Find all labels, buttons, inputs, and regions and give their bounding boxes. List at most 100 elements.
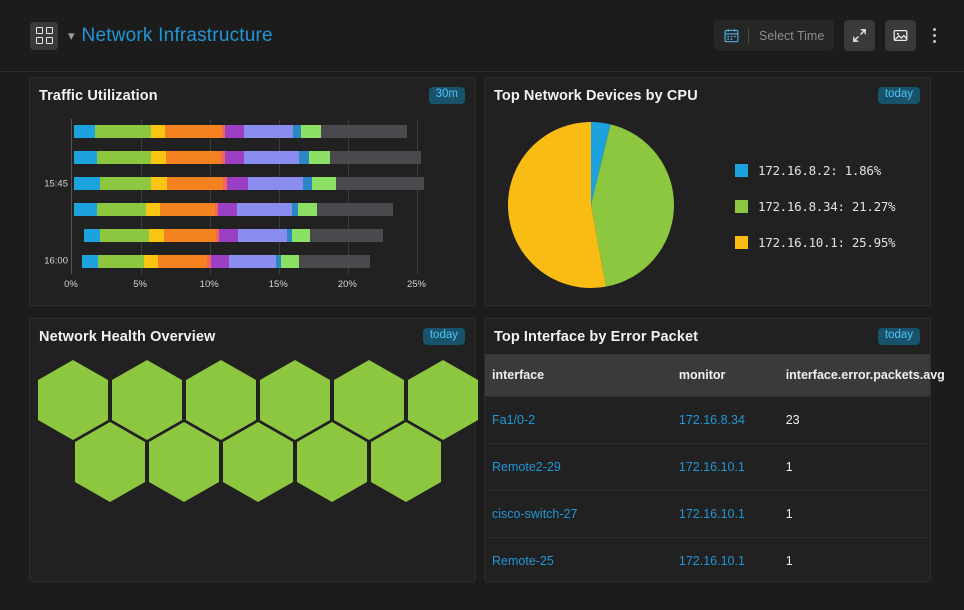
bar-segment[interactable] xyxy=(95,125,151,138)
bar-segment[interactable] xyxy=(100,177,152,190)
bar-segment[interactable] xyxy=(292,229,311,242)
health-hexagon[interactable] xyxy=(260,360,330,440)
cell-monitor-link[interactable]: 172.16.8.34 xyxy=(679,413,745,427)
cell-monitor-link[interactable]: 172.16.10.1 xyxy=(679,554,745,568)
time-picker[interactable]: Select Time xyxy=(714,20,834,51)
table-row[interactable]: cisco-switch-27172.16.10.11 xyxy=(485,491,930,538)
table-row[interactable]: Remote-25172.16.10.11 xyxy=(485,538,930,585)
legend-item[interactable]: 172.16.10.1: 25.95% xyxy=(735,235,895,250)
time-range-badge[interactable]: today xyxy=(423,328,465,345)
health-hexagon[interactable] xyxy=(334,360,404,440)
legend-item[interactable]: 172.16.8.34: 21.27% xyxy=(735,199,895,214)
health-hexagon[interactable] xyxy=(149,422,219,502)
bar-segment[interactable] xyxy=(244,151,299,164)
table-row[interactable]: Fa1/0-2172.16.8.3423 xyxy=(485,397,930,444)
chart-gridline xyxy=(348,119,349,274)
cell-interface-link[interactable]: Remote2-29 xyxy=(492,460,561,474)
cell-interface-link[interactable]: Remote-25 xyxy=(492,554,554,568)
bar-segment[interactable] xyxy=(317,203,394,216)
legend-label: 172.16.10.1: 25.95% xyxy=(758,235,895,250)
legend-item[interactable]: 172.16.8.2: 1.86% xyxy=(735,163,895,178)
bar-segment[interactable] xyxy=(84,229,100,242)
bar-segment[interactable] xyxy=(293,125,301,138)
bar-segment[interactable] xyxy=(151,177,167,190)
bar-segment[interactable] xyxy=(237,203,292,216)
bar-stack[interactable] xyxy=(82,255,371,268)
health-hexagon[interactable] xyxy=(408,360,478,440)
bar-segment[interactable] xyxy=(82,255,98,268)
bar-segment[interactable] xyxy=(281,255,300,268)
bar-segment[interactable] xyxy=(227,177,248,190)
time-range-badge[interactable]: today xyxy=(878,87,920,104)
cell-monitor-link[interactable]: 172.16.10.1 xyxy=(679,460,745,474)
bar-segment[interactable] xyxy=(146,203,161,216)
bar-segment[interactable] xyxy=(298,203,317,216)
bar-stack[interactable] xyxy=(74,125,407,138)
column-header-error-packets-avg[interactable]: interface.error.packets.avg xyxy=(779,354,930,397)
bar-segment[interactable] xyxy=(229,255,275,268)
bar-segment[interactable] xyxy=(97,151,152,164)
bar-segment[interactable] xyxy=(149,229,164,242)
table-row[interactable]: Remote2-29172.16.10.11 xyxy=(485,444,930,491)
bar-segment[interactable] xyxy=(330,151,421,164)
bar-segment[interactable] xyxy=(336,177,424,190)
bar-stack[interactable] xyxy=(74,177,424,190)
kebab-menu-icon[interactable] xyxy=(926,20,942,51)
bar-segment[interactable] xyxy=(144,255,159,268)
bar-segment[interactable] xyxy=(166,151,221,164)
bar-segment[interactable] xyxy=(100,229,149,242)
bar-segment[interactable] xyxy=(238,229,287,242)
bar-segment[interactable] xyxy=(303,177,312,190)
pie-graphic[interactable] xyxy=(507,121,675,294)
bar-segment[interactable] xyxy=(74,151,97,164)
chevron-down-icon[interactable]: ▾ xyxy=(68,29,75,42)
cell-interface-link[interactable]: Fa1/0-2 xyxy=(492,413,535,427)
bar-segment[interactable] xyxy=(299,255,370,268)
bar-segment[interactable] xyxy=(167,177,223,190)
bar-segment[interactable] xyxy=(225,151,244,164)
bar-segment[interactable] xyxy=(321,125,407,138)
bar-segment[interactable] xyxy=(299,151,309,164)
health-hexagon[interactable] xyxy=(112,360,182,440)
bar-segment[interactable] xyxy=(309,151,330,164)
cell-interface-link[interactable]: cisco-switch-27 xyxy=(492,507,577,521)
bar-segment[interactable] xyxy=(218,203,237,216)
health-hexagon[interactable] xyxy=(38,360,108,440)
bar-segment[interactable] xyxy=(158,255,207,268)
bar-segment[interactable] xyxy=(244,125,293,138)
bar-segment[interactable] xyxy=(74,177,100,190)
cell-monitor-link[interactable]: 172.16.10.1 xyxy=(679,507,745,521)
bar-segment[interactable] xyxy=(310,229,383,242)
bar-segment[interactable] xyxy=(248,177,303,190)
bar-segment[interactable] xyxy=(165,125,222,138)
expand-arrows-icon[interactable] xyxy=(844,20,875,51)
bar-segment[interactable] xyxy=(151,125,164,138)
bar-segment[interactable] xyxy=(301,125,321,138)
bar-segment[interactable] xyxy=(225,125,244,138)
bar-segment[interactable] xyxy=(160,203,215,216)
image-icon[interactable] xyxy=(885,20,916,51)
column-header-interface[interactable]: interface xyxy=(485,354,672,397)
time-range-badge[interactable]: today xyxy=(878,328,920,345)
health-hexagon[interactable] xyxy=(297,422,367,502)
column-header-monitor[interactable]: monitor xyxy=(672,354,779,397)
bar-segment[interactable] xyxy=(97,203,146,216)
grid-icon[interactable] xyxy=(30,22,58,50)
health-hexagon[interactable] xyxy=(75,422,145,502)
health-hexagon[interactable] xyxy=(223,422,293,502)
time-range-badge[interactable]: 30m xyxy=(429,87,465,104)
bar-stack[interactable] xyxy=(74,203,393,216)
bar-segment[interactable] xyxy=(74,203,97,216)
bar-segment[interactable] xyxy=(74,125,95,138)
bar-stack[interactable] xyxy=(74,151,421,164)
page-title[interactable]: Network Infrastructure xyxy=(82,25,273,47)
bar-segment[interactable] xyxy=(312,177,336,190)
bar-stack[interactable] xyxy=(84,229,382,242)
bar-segment[interactable] xyxy=(164,229,216,242)
bar-segment[interactable] xyxy=(219,229,238,242)
bar-segment[interactable] xyxy=(151,151,166,164)
bar-segment[interactable] xyxy=(211,255,230,268)
bar-segment[interactable] xyxy=(98,255,144,268)
health-hexagon[interactable] xyxy=(186,360,256,440)
health-hexagon[interactable] xyxy=(371,422,441,502)
